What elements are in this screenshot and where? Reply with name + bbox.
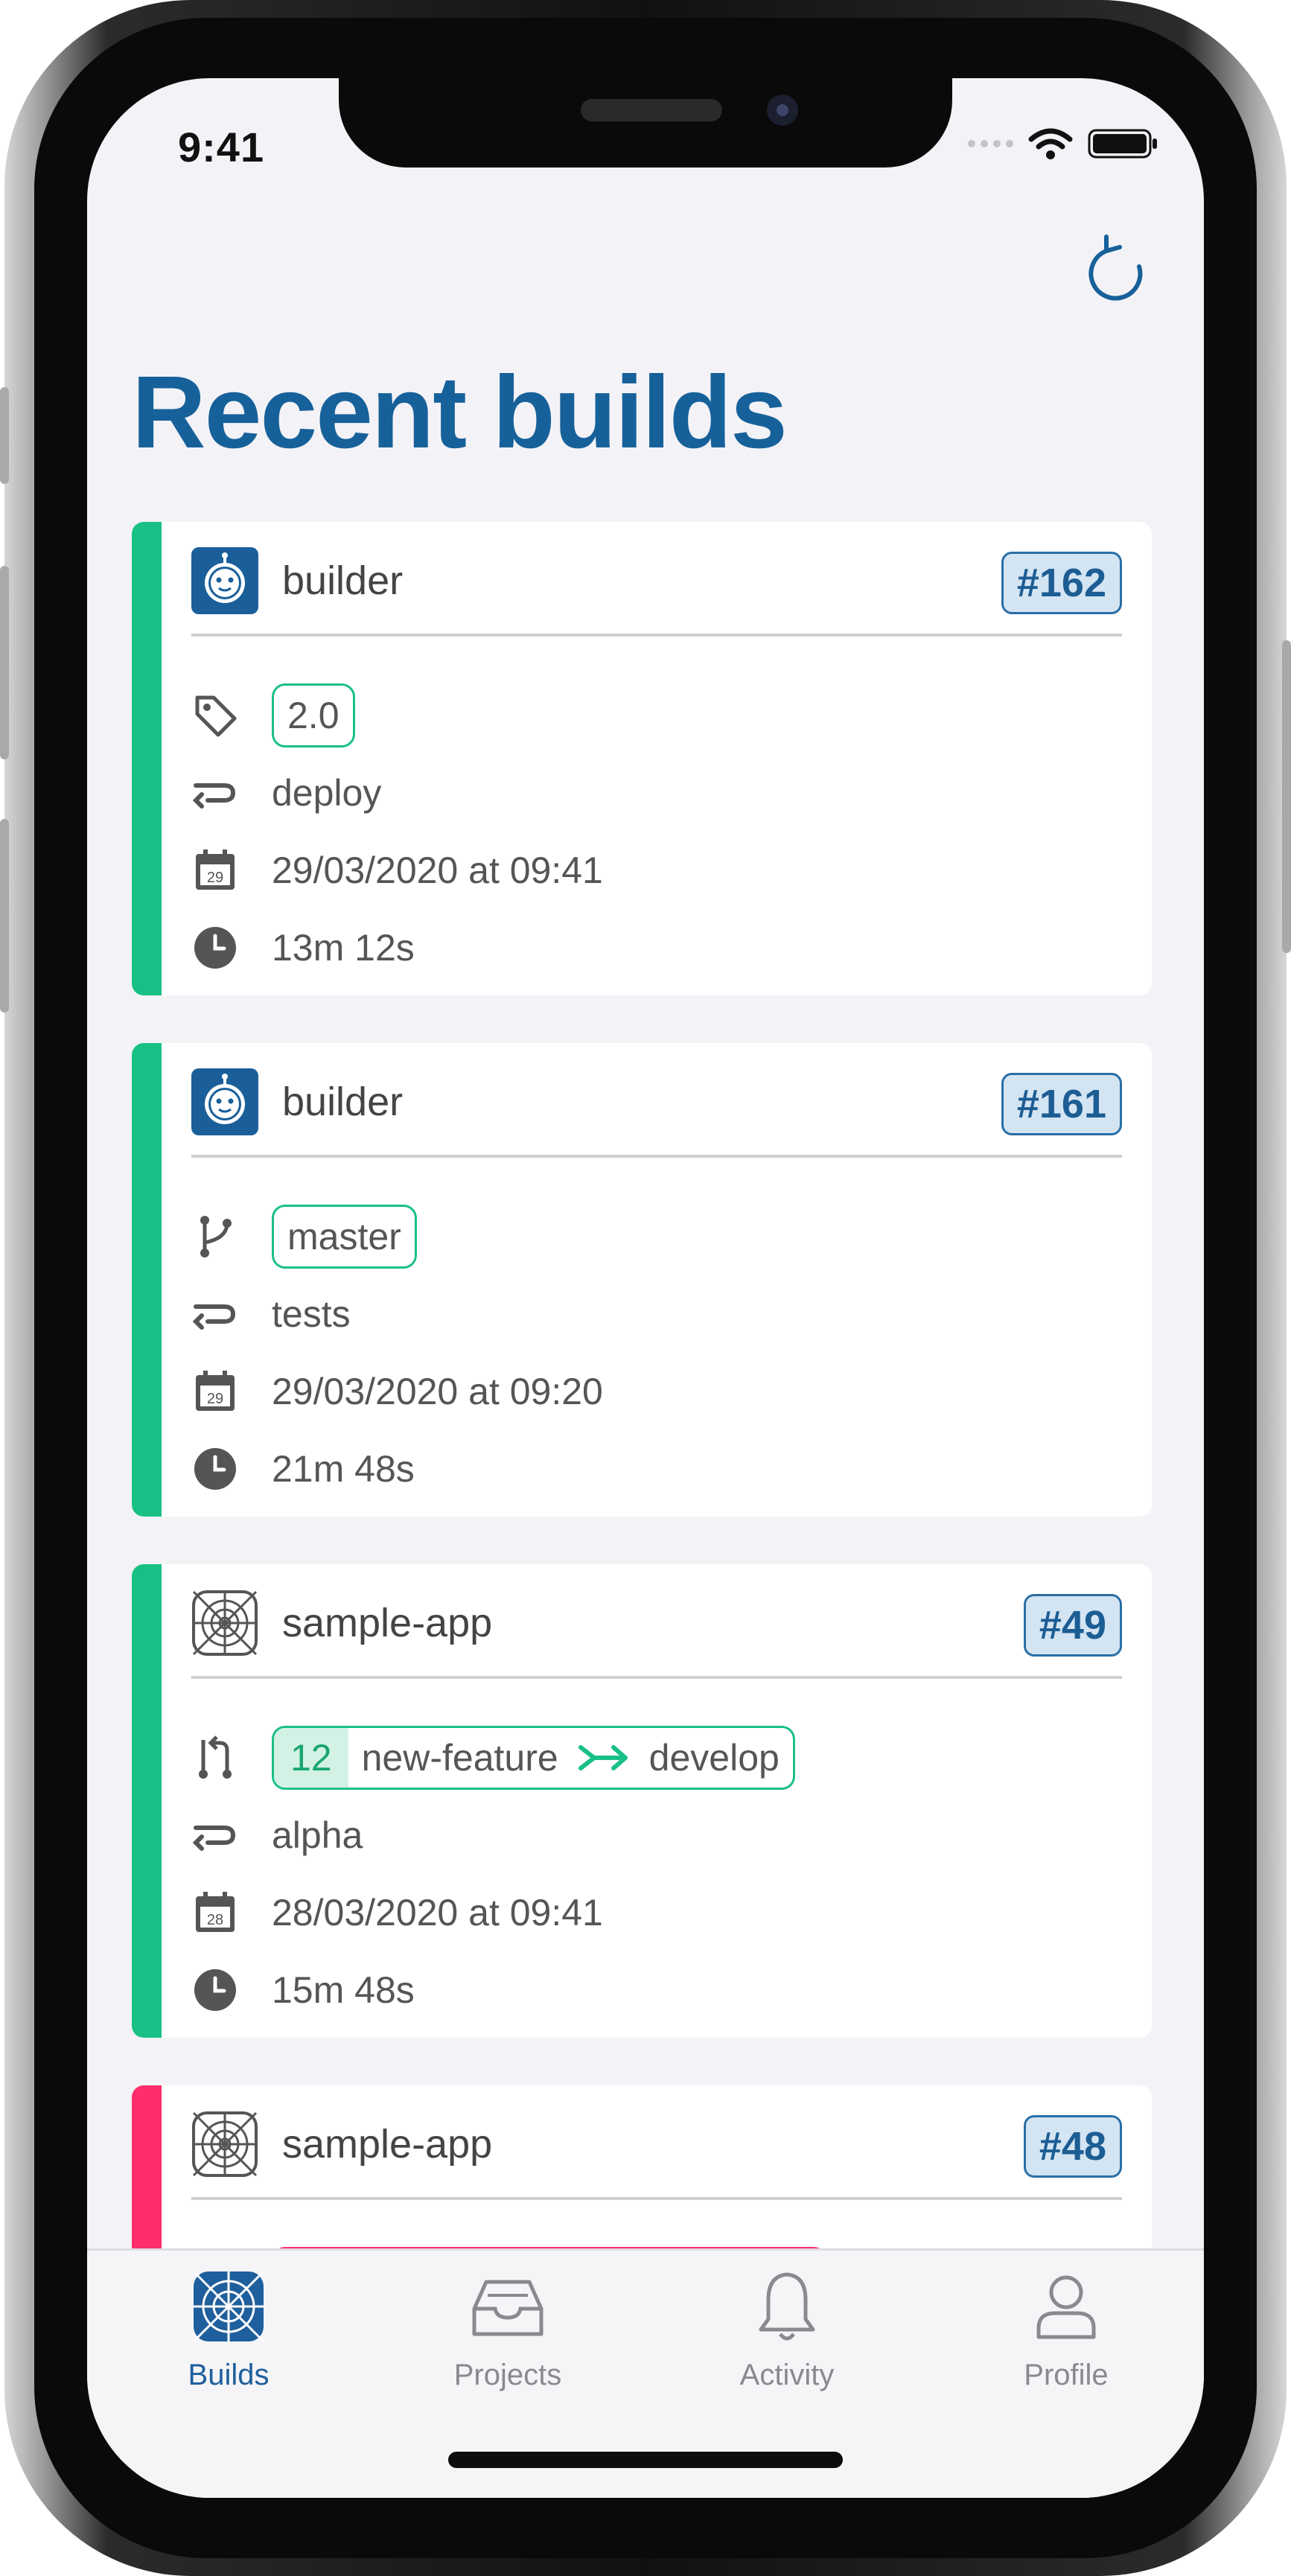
project-name: builder <box>282 558 404 603</box>
tag-icon <box>195 695 237 737</box>
tag-label: 2.0 <box>287 695 340 736</box>
wifi-icon <box>1028 128 1073 159</box>
workflow-icon <box>192 1826 236 1851</box>
signal-icon <box>968 140 1013 147</box>
builds-icon <box>192 2270 265 2343</box>
notch <box>339 78 952 168</box>
card-header: sample-app #49 <box>191 1590 1122 1657</box>
calendar-day: 28 <box>207 1912 223 1928</box>
battery-icon <box>1088 129 1157 159</box>
pr-number: 12 <box>274 1728 348 1788</box>
clock-icon <box>194 1969 236 2011</box>
project-name: sample-app <box>282 2122 493 2167</box>
build-card[interactable]: sample-app #49 12 new-feature develop al… <box>132 1564 1152 2038</box>
branch-label: master <box>287 1216 401 1257</box>
workflow-row: tests <box>191 1275 1122 1353</box>
tab-builds[interactable]: Builds <box>147 2266 310 2392</box>
workflow-icon <box>192 1304 236 1330</box>
build-date: 29/03/2020 at 09:41 <box>272 849 603 891</box>
bell-icon <box>759 2272 815 2341</box>
robot-icon <box>191 547 258 614</box>
workflow-name: alpha <box>272 1814 363 1856</box>
pull-request-pill: 12 new-feature develop <box>272 1726 795 1790</box>
status-bar-success <box>132 1564 162 2038</box>
workflow-name: deploy <box>272 772 382 814</box>
tag-pill: 2.0 <box>272 683 355 747</box>
status-bar-success <box>132 522 162 995</box>
card-header: builder #161 <box>191 1068 1122 1135</box>
mute-switch <box>0 387 9 484</box>
project-name: builder <box>282 1080 404 1124</box>
divider <box>191 1676 1122 1679</box>
tab-label: Projects <box>453 2359 562 2391</box>
status-time: 9:41 <box>178 124 265 170</box>
status-bar-success <box>132 1043 162 1517</box>
pr-target-branch: develop <box>648 1737 780 1779</box>
build-duration: 15m 48s <box>272 1969 415 2011</box>
pull-request-icon <box>199 1735 232 1779</box>
refresh-icon[interactable] <box>1081 231 1155 305</box>
ref-row: master <box>191 1198 1122 1275</box>
build-number-badge: #49 <box>1023 1594 1122 1657</box>
speaker <box>581 99 722 121</box>
build-number-badge: #48 <box>1023 2115 1122 2178</box>
card-header: builder #162 <box>191 547 1122 614</box>
calendar-icon: 29 <box>196 849 235 890</box>
clock-icon <box>194 1448 236 1490</box>
tab-activity[interactable]: Activity <box>705 2266 869 2392</box>
workflow-name: tests <box>272 1293 351 1335</box>
app-icon <box>192 1590 258 1656</box>
tab-label: Builds <box>188 2359 270 2391</box>
calendar-day: 29 <box>207 870 223 886</box>
camera <box>767 95 798 126</box>
build-card[interactable]: builder #161 master tests 29 29/03/2020 … <box>132 1043 1152 1517</box>
duration-row: 13m 12s <box>191 909 1122 986</box>
duration-row: 21m 48s <box>191 1430 1122 1508</box>
divider <box>191 1155 1122 1158</box>
tab-profile[interactable]: Profile <box>984 2266 1148 2392</box>
branch-pill: master <box>272 1205 417 1269</box>
project-name: sample-app <box>282 1601 493 1645</box>
workflow-row: deploy <box>191 754 1122 832</box>
divider <box>191 634 1122 637</box>
date-row: 29 29/03/2020 at 09:41 <box>191 832 1122 909</box>
date-row: 28 28/03/2020 at 09:41 <box>191 1874 1122 1951</box>
build-date: 29/03/2020 at 09:20 <box>272 1371 603 1412</box>
branch-icon <box>200 1216 232 1257</box>
power-button <box>1282 640 1291 953</box>
ref-row: 2.0 <box>191 677 1122 754</box>
tab-label: Activity <box>739 2359 835 2391</box>
date-row: 29 29/03/2020 at 09:20 <box>191 1353 1122 1430</box>
card-header: sample-app #48 <box>191 2111 1122 2178</box>
robot-icon <box>191 1068 258 1135</box>
calendar-icon: 28 <box>196 1892 235 1932</box>
inbox-icon <box>472 2280 544 2336</box>
build-card[interactable]: builder #162 2.0 deploy 29 29/03/2020 at… <box>132 522 1152 995</box>
page-title: Recent builds <box>132 355 788 470</box>
duration-row: 15m 48s <box>191 1951 1122 2029</box>
calendar-icon: 29 <box>196 1371 235 1411</box>
volume-down-button <box>0 819 9 1013</box>
screen: 9:41 Recent builds builder #162 2.0 depl… <box>87 78 1204 2498</box>
build-duration: 21m 48s <box>272 1448 415 1490</box>
clock-icon <box>194 927 236 969</box>
merge-arrow-icon <box>572 1743 636 1773</box>
workflow-row: alpha <box>191 1796 1122 1874</box>
build-number-badge: #162 <box>1001 552 1122 614</box>
tab-label: Profile <box>1024 2359 1109 2391</box>
calendar-day: 29 <box>207 1391 223 1407</box>
tab-projects[interactable]: Projects <box>426 2266 590 2392</box>
volume-up-button <box>0 566 9 759</box>
build-number-badge: #161 <box>1001 1073 1122 1135</box>
app-icon <box>192 2111 258 2177</box>
ref-row: 12 new-feature develop <box>191 1719 1122 1796</box>
person-icon <box>1036 2275 1096 2339</box>
pr-source-branch: new-feature <box>361 1737 558 1779</box>
divider <box>191 2197 1122 2200</box>
home-indicator[interactable] <box>448 2452 843 2468</box>
workflow-icon <box>192 783 236 809</box>
build-duration: 13m 12s <box>272 927 415 969</box>
build-date: 28/03/2020 at 09:41 <box>272 1892 603 1933</box>
status-icons <box>968 127 1159 160</box>
